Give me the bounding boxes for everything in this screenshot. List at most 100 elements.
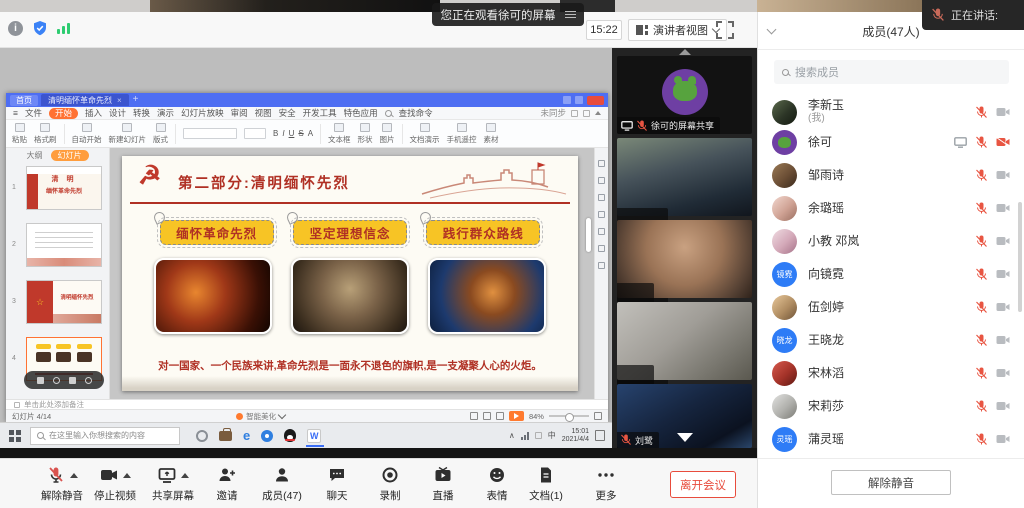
collapse-ribbon-icon[interactable] [595, 111, 601, 115]
wps-titlebar-icon[interactable] [575, 96, 583, 104]
scroll-down-icon[interactable] [677, 433, 693, 442]
store-app-icon[interactable] [219, 431, 232, 441]
member-row[interactable]: 小教 邓岚 [758, 224, 1024, 258]
floating-share-toolbar[interactable] [24, 371, 104, 389]
mic-muted-icon[interactable] [976, 136, 987, 149]
member-row[interactable]: 灵瑶 蒲灵瑶 [758, 422, 1024, 456]
wps-tab-review[interactable]: 审阅 [231, 107, 248, 119]
format-painter-button[interactable]: 格式刷 [34, 123, 57, 145]
new-slide-button[interactable]: 新建幻灯片 [109, 123, 147, 145]
wps-tab-apps[interactable]: 特色应用 [344, 107, 378, 119]
mic-muted-icon[interactable] [976, 433, 987, 446]
cortana-icon[interactable] [196, 430, 208, 442]
current-slide[interactable]: ☭ 第二部分:清明缅怀先烈 缅怀革命先烈 坚定理想信念 践行群众路线 [122, 156, 578, 391]
wps-tab-transition[interactable]: 转换 [133, 107, 150, 119]
reading-view-icon[interactable] [496, 412, 504, 420]
more-icon[interactable] [85, 377, 92, 384]
fullscreen-button[interactable] [716, 21, 734, 39]
underline-button[interactable]: U [289, 129, 295, 138]
share-screen-button[interactable]: 共享屏幕 [143, 465, 203, 503]
chat-button[interactable]: 聊天 [307, 465, 367, 503]
slide-button-3[interactable]: 践行群众路线 [426, 220, 540, 245]
outline-tab[interactable]: 大纲 [27, 150, 43, 161]
wps-tab-devtools[interactable]: 开发工具 [303, 107, 337, 119]
close-tab-icon[interactable]: × [117, 96, 122, 105]
camera-off-icon[interactable] [996, 203, 1010, 213]
side-tool-icon[interactable] [598, 211, 605, 218]
textbox-button[interactable]: 文本框 [328, 123, 351, 145]
mic-muted-icon[interactable] [976, 301, 987, 314]
ime-indicator[interactable]: 中 [548, 430, 556, 441]
side-tool-icon[interactable] [598, 245, 605, 252]
bold-button[interactable]: B [273, 129, 278, 138]
more-button[interactable]: 更多 [576, 465, 636, 503]
assets-button[interactable]: 素材 [484, 123, 499, 145]
grid-icon[interactable] [37, 377, 44, 384]
wps-document-tab[interactable]: 清明缅怀革命先烈 × [41, 94, 129, 106]
mic-muted-icon[interactable] [976, 400, 987, 413]
chat-bubble-icon[interactable] [69, 377, 76, 384]
wps-collab-icon[interactable] [571, 110, 578, 117]
watching-screen-banner[interactable]: 您正在观看徐可的屏幕 [432, 3, 584, 26]
member-row[interactable]: 宋林滔 [758, 356, 1024, 390]
documents-button[interactable]: 文档(1) [516, 465, 576, 503]
panel-unmute-button[interactable]: 解除静音 [831, 470, 951, 495]
record-button[interactable]: 录制 [360, 465, 420, 503]
member-row[interactable]: 宋莉莎 [758, 389, 1024, 423]
wps-tab-insert[interactable]: 插入 [85, 107, 102, 119]
phone-remote-button[interactable]: 手机遥控 [447, 123, 477, 145]
wps-tab-home[interactable]: 开始 [49, 108, 78, 119]
camera-off-icon[interactable] [996, 236, 1010, 246]
slides-tab[interactable]: 幻灯片 [51, 150, 89, 161]
video-options-caret[interactable] [123, 473, 131, 478]
mic-muted-icon[interactable] [976, 235, 987, 248]
side-tool-icon[interactable] [598, 177, 605, 184]
wps-tab-present[interactable]: 演示 [157, 107, 174, 119]
camera-off-icon[interactable] [996, 335, 1010, 345]
wps-tab-slideshow[interactable]: 幻灯片放映 [181, 107, 224, 119]
mic-muted-icon[interactable] [976, 169, 987, 182]
fit-slide-icon[interactable] [594, 412, 602, 420]
mic-muted-icon[interactable] [976, 334, 987, 347]
live-stream-button[interactable]: 直播 [413, 465, 473, 503]
share-options-caret[interactable] [181, 473, 189, 478]
stop-video-button[interactable]: 停止视频 [85, 465, 145, 503]
wps-promo-icon[interactable] [587, 96, 604, 105]
font-color-button[interactable]: A [308, 129, 313, 138]
blue-app-icon[interactable] [261, 430, 273, 442]
system-clock[interactable]: 15:01 2021/4/4 [562, 428, 589, 444]
member-row[interactable]: 伍剑婷 [758, 290, 1024, 324]
side-tool-icon[interactable] [598, 262, 605, 269]
italic-button[interactable]: I [282, 129, 284, 138]
action-center-icon[interactable] [595, 430, 605, 441]
mic-muted-icon[interactable] [976, 367, 987, 380]
camera-off-icon[interactable] [996, 368, 1010, 378]
paste-button[interactable]: 粘贴 [12, 123, 27, 145]
font-size-select[interactable] [244, 128, 266, 139]
wps-tab-design[interactable]: 设计 [109, 107, 126, 119]
view-mode-button[interactable]: 演讲者视图 [628, 19, 727, 41]
camera-off-icon[interactable] [996, 401, 1010, 411]
members-button[interactable]: 成员(47) [252, 465, 312, 503]
member-search-input[interactable]: 搜索成员 [774, 60, 1009, 84]
unmute-button[interactable]: 解除静音 [32, 465, 92, 503]
doc-present-button[interactable]: 文档演示 [410, 123, 440, 145]
mic-muted-icon[interactable] [976, 106, 987, 119]
start-button[interactable] [9, 430, 21, 442]
member-list-scrollbar[interactable] [1018, 202, 1022, 312]
mic-options-caret[interactable] [70, 473, 78, 478]
camera-off-icon[interactable] [996, 137, 1010, 147]
camera-off-icon[interactable] [996, 269, 1010, 279]
shapes-button[interactable]: 形状 [358, 123, 373, 145]
camera-off-icon[interactable] [996, 302, 1010, 312]
invite-button[interactable]: 邀请 [197, 465, 257, 503]
slide-thumbnail-2[interactable] [26, 223, 102, 267]
leave-meeting-button[interactable]: 离开会议 [670, 471, 736, 498]
tray-volume-icon[interactable] [535, 432, 542, 439]
slide-thumbnail-3[interactable]: ☆ 清明缅怀先烈 [26, 280, 102, 324]
edge-browser-icon[interactable]: e [243, 429, 250, 442]
tray-expand-icon[interactable]: ∧ [509, 431, 515, 440]
wps-find-command[interactable]: 查找命令 [399, 107, 433, 119]
meeting-info-icon[interactable]: i [8, 21, 23, 36]
wps-taskbar-icon[interactable]: W [307, 429, 321, 443]
